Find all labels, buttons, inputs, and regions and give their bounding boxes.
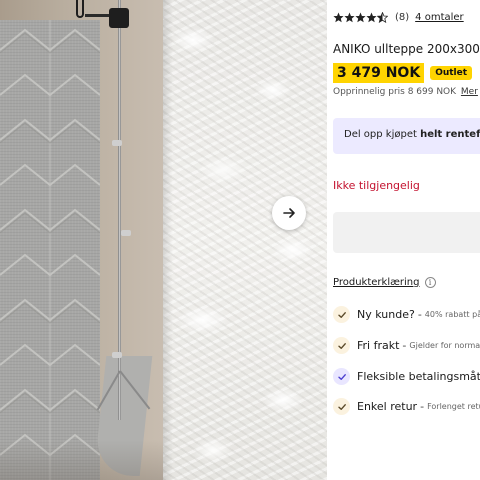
- stand-clamp: [109, 8, 129, 28]
- star-icon: [333, 12, 344, 23]
- price-row: 3 479 NOK Outlet: [333, 63, 473, 83]
- benefit-separator: -: [420, 400, 425, 413]
- benefit-label: Ny kunde?: [357, 308, 415, 321]
- check-icon: [333, 337, 350, 354]
- hanger-hook: [76, 0, 84, 18]
- floor-shadow: [0, 440, 163, 480]
- reviews-link[interactable]: 4 omtaler: [415, 12, 464, 23]
- product-declaration: Produkterklæring i: [333, 277, 436, 288]
- benefit-label: Fleksible betalingsmåter: [357, 370, 480, 383]
- arrow-right-icon: [283, 208, 295, 218]
- rug-image: [0, 20, 100, 480]
- stand-knob: [112, 140, 122, 146]
- check-icon: [333, 306, 350, 323]
- star-icon: [344, 12, 355, 23]
- product-page: (8) 4 omtaler ANIKO ullteppe 200x300 c 3…: [0, 0, 480, 480]
- more-info-link[interactable]: Mer: [461, 87, 478, 97]
- rating-count: (8): [395, 12, 410, 23]
- benefit-label: Enkel retur: [357, 400, 418, 413]
- star-icon: [366, 12, 377, 23]
- add-to-cart-button-disabled: [333, 212, 480, 253]
- rating-row: (8) 4 omtaler: [333, 12, 464, 23]
- image-divider-shadow: [163, 0, 173, 480]
- benefit-separator: -: [417, 308, 422, 321]
- benefit-label: Fri frakt: [357, 339, 400, 352]
- benefit-sub: 40% rabatt på: [424, 310, 480, 319]
- benefit-easy-return: Enkel retur - Forlenget retur: [333, 398, 480, 415]
- product-info: (8) 4 omtaler ANIKO ullteppe 200x300 c 3…: [333, 0, 480, 480]
- original-price: Opprinnelig pris 8 699 NOK Mer: [333, 87, 478, 97]
- check-icon: [333, 398, 350, 415]
- half-star-icon: [377, 12, 388, 23]
- next-image-button[interactable]: [272, 196, 306, 230]
- split-payment-text: Del opp kjøpet: [344, 129, 421, 140]
- outlet-badge: Outlet: [430, 66, 473, 80]
- original-price-label: Opprinnelig pris 8 699 NOK: [333, 87, 457, 97]
- check-icon: [333, 368, 350, 385]
- product-declaration-link[interactable]: Produkterklæring: [333, 277, 420, 288]
- benefit-new-customer: Ny kunde? - 40% rabatt på: [333, 306, 480, 323]
- product-image-1[interactable]: [0, 0, 163, 480]
- split-payment-banner[interactable]: Del opp kjøpet helt rentefrit: [333, 118, 480, 154]
- info-icon[interactable]: i: [424, 277, 436, 288]
- stand-knob: [112, 352, 122, 358]
- star-icon: [355, 12, 366, 23]
- product-title: ANIKO ullteppe 200x300 c: [333, 42, 480, 56]
- product-image-2[interactable]: [163, 0, 327, 480]
- benefit-free-shipping: Fri frakt - Gjelder for norma: [333, 337, 480, 354]
- benefit-sub: Forlenget retur: [427, 402, 480, 411]
- stand-knob: [121, 230, 131, 236]
- benefit-separator: -: [402, 339, 407, 352]
- star-rating: [333, 12, 388, 23]
- availability-status: Ikke tilgjengelig: [333, 179, 420, 192]
- benefit-sub: Gjelder for norma: [409, 341, 480, 350]
- split-payment-bold: helt rentefrit: [420, 129, 480, 140]
- current-price: 3 479 NOK: [333, 63, 425, 83]
- benefit-flexible-payment: Fleksible betalingsmåter: [333, 368, 480, 385]
